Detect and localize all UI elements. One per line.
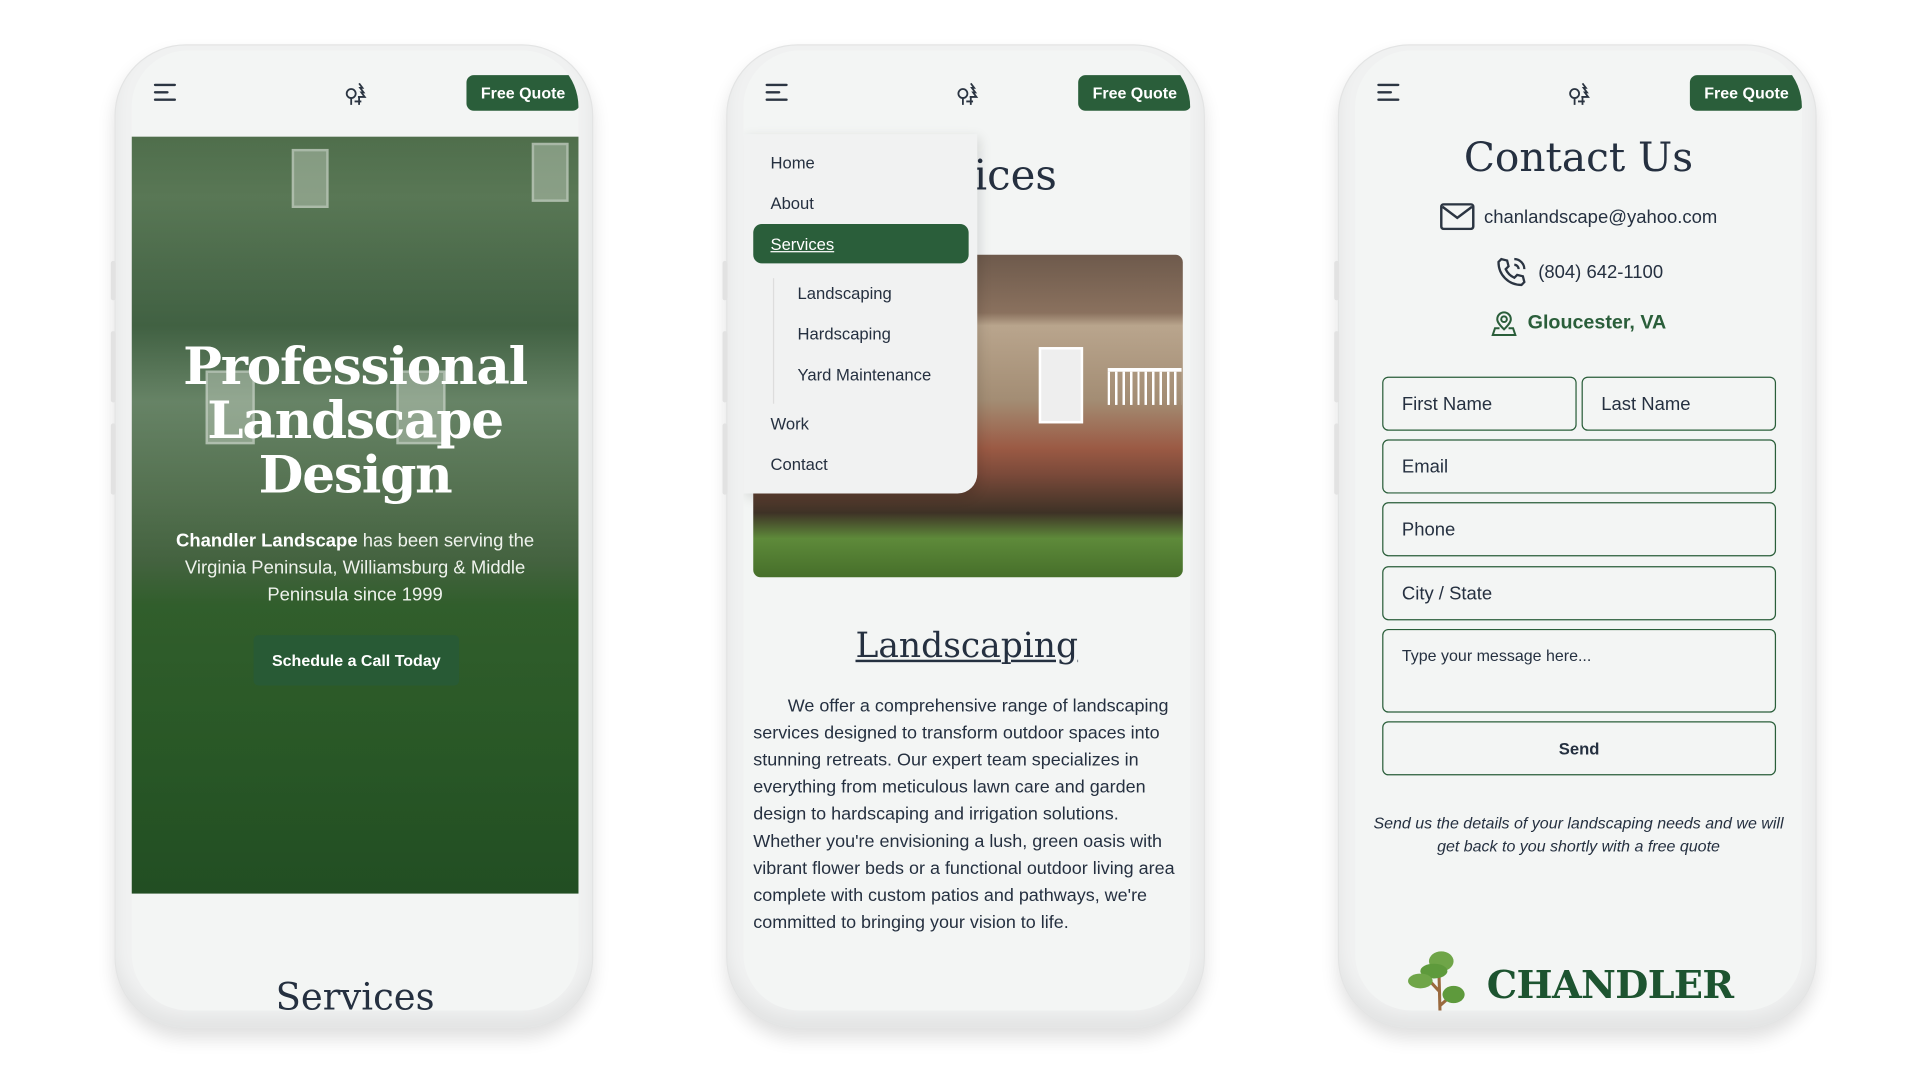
side-button: [1334, 423, 1340, 495]
menu-item-work[interactable]: Work: [770, 415, 808, 433]
screen: Free Quote Contact Us chanlandscape@yaho…: [1355, 50, 1802, 1011]
contact-email[interactable]: chanlandscape@yahoo.com: [1355, 203, 1802, 231]
hero-title-line: Professional: [183, 336, 528, 397]
free-quote-button[interactable]: Free Quote: [1689, 75, 1802, 111]
services-heading: Services: [275, 976, 435, 1011]
submenu-item-landscaping[interactable]: Landscaping: [798, 284, 892, 302]
side-button: [1334, 331, 1340, 403]
side-button: [110, 423, 116, 495]
company-name: Chandler Landscape: [176, 530, 358, 552]
schedule-call-button[interactable]: Schedule a Call Today: [253, 635, 460, 686]
screen: Free Quote Professional Landscape Design…: [131, 50, 579, 1011]
submenu-item-yard-maintenance[interactable]: Yard Maintenance: [798, 366, 932, 384]
last-name-input[interactable]: Last Name: [1581, 376, 1777, 431]
site-header: Free Quote: [743, 50, 1191, 137]
house-window: [531, 142, 569, 202]
hamburger-icon[interactable]: [765, 83, 788, 101]
side-button: [110, 260, 116, 301]
trees-icon[interactable]: [954, 80, 981, 107]
message-textarea[interactable]: Type your message here...: [1382, 628, 1777, 713]
side-button: [722, 331, 728, 403]
hero-title-line: Landscape: [207, 390, 504, 451]
hero-title-line: Design: [258, 444, 453, 505]
submenu-item-hardscaping[interactable]: Hardscaping: [798, 325, 891, 343]
phone-home: Free Quote Professional Landscape Design…: [110, 44, 594, 1029]
page-title: Contact Us: [1463, 132, 1694, 181]
submenu-divider: [772, 278, 775, 404]
form-note: Send us the details of your landscaping …: [1373, 813, 1784, 856]
menu-item-home[interactable]: Home: [770, 154, 814, 172]
phone-contact: Free Quote Contact Us chanlandscape@yaho…: [1334, 44, 1817, 1029]
landscaping-heading: Landscaping: [855, 625, 1079, 666]
location-text: Gloucester, VA: [1527, 312, 1667, 334]
menu-item-contact[interactable]: Contact: [770, 455, 827, 473]
tree-logo-icon: [1408, 951, 1465, 1011]
contact-location: Gloucester, VA: [1355, 310, 1802, 337]
side-button: [722, 423, 728, 495]
side-button: [722, 260, 728, 301]
menu-item-about[interactable]: About: [770, 194, 813, 212]
door: [1038, 347, 1084, 424]
brand-logo-text: CHANDLER: [1486, 963, 1734, 1009]
hamburger-icon[interactable]: [153, 83, 177, 101]
hero-title: Professional Landscape Design: [132, 336, 579, 505]
porch-rail: [1107, 368, 1182, 405]
hero-intro: Chandler Landscape has been serving the …: [169, 528, 542, 609]
side-button: [1334, 260, 1340, 301]
phone-icon: [1497, 257, 1526, 287]
phone-text[interactable]: (804) 642-1100: [1538, 262, 1663, 283]
send-button[interactable]: Send: [1382, 721, 1777, 776]
email-input[interactable]: Email: [1382, 439, 1777, 494]
city-state-input[interactable]: City / State: [1382, 566, 1777, 621]
phone-services: Free Quote Services Landscaping We offer…: [722, 44, 1205, 1029]
free-quote-button[interactable]: Free Quote: [466, 75, 579, 111]
free-quote-button[interactable]: Free Quote: [1078, 75, 1191, 111]
hamburger-icon[interactable]: [1377, 83, 1400, 101]
site-header: Free Quote: [131, 50, 579, 137]
phone-input[interactable]: Phone: [1382, 502, 1777, 557]
menu-item-services[interactable]: Services: [753, 224, 969, 264]
email-text[interactable]: chanlandscape@yahoo.com: [1484, 206, 1717, 227]
landscaping-description: We offer a comprehensive range of landsc…: [753, 696, 1175, 933]
first-name-input[interactable]: First Name: [1382, 376, 1577, 431]
trees-icon[interactable]: [342, 80, 369, 107]
side-button: [110, 331, 116, 403]
house-window: [291, 148, 329, 209]
site-header: Free Quote: [1355, 50, 1802, 137]
hero-section: Professional Landscape Design Chandler L…: [131, 136, 579, 894]
contact-phone[interactable]: (804) 642-1100: [1355, 255, 1802, 289]
trees-icon[interactable]: [1566, 80, 1593, 107]
mail-icon: [1439, 203, 1475, 231]
screen: Free Quote Services Landscaping We offer…: [743, 50, 1191, 1011]
nav-menu: Home About Services Landscaping Hardscap…: [743, 134, 978, 494]
location-pin-icon: [1491, 311, 1517, 336]
